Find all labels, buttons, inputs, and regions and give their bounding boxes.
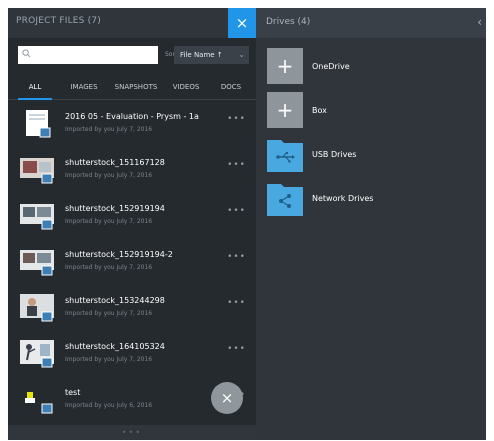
drive-item-usb[interactable]: USB Drives	[256, 132, 486, 176]
usb-folder-icon	[267, 140, 303, 172]
project-files-title: PROJECT FILES (7)	[16, 16, 102, 26]
more-options-icon[interactable]: •••	[227, 206, 246, 216]
tab-snapshots[interactable]: SNAPSHOTS	[108, 76, 164, 100]
tab-docs[interactable]: DOCS	[214, 76, 248, 100]
plus-icon: +	[267, 48, 303, 84]
file-row[interactable]: shutterstock_164105324 Imported by you J…	[8, 331, 256, 377]
drive-item-onedrive[interactable]: + OneDrive	[256, 44, 486, 88]
image-thumbnail-icon	[20, 158, 54, 184]
more-options-icon[interactable]: •••	[227, 160, 246, 170]
tab-videos[interactable]: VIDEOS	[166, 76, 206, 100]
file-row[interactable]: shutterstock_152919194 Imported by you J…	[8, 193, 256, 239]
close-fab-button[interactable]: ×	[211, 382, 243, 414]
file-name: shutterstock_164105324	[65, 342, 165, 351]
drive-item-box[interactable]: + Box	[256, 88, 486, 132]
close-panel-button[interactable]: ×	[228, 8, 256, 38]
search-input[interactable]	[18, 46, 158, 64]
file-name: test	[65, 388, 81, 397]
file-list: 2016 05 - Evaluation - Prysm - 1a Import…	[8, 101, 256, 425]
network-folder-icon	[267, 184, 303, 216]
file-meta: Imported by you July 7, 2016	[65, 310, 153, 317]
file-row[interactable]: 2016 05 - Evaluation - Prysm - 1a Import…	[8, 101, 256, 147]
drives-header: Drives (4) ‹	[256, 8, 486, 38]
file-name: shutterstock_152919194	[65, 204, 165, 213]
file-type-tabs: ALL IMAGES SNAPSHOTS VIDEOS DOCS	[8, 76, 256, 100]
search-sort-row: Sort File Name ↑ ⌄	[8, 38, 256, 76]
file-meta: Imported by you July 7, 2016	[65, 172, 153, 179]
more-options-icon[interactable]: •••	[227, 344, 246, 354]
document-thumbnail-icon	[26, 110, 51, 138]
file-row[interactable]: shutterstock_151167128 Imported by you J…	[8, 147, 256, 193]
file-meta: Imported by you July 7, 2016	[65, 356, 153, 363]
file-meta: Imported by you July 7, 2016	[65, 218, 153, 225]
image-thumbnail-icon	[20, 250, 54, 276]
drive-label: USB Drives	[312, 150, 357, 159]
file-name: shutterstock_151167128	[65, 158, 165, 167]
tab-all[interactable]: ALL	[18, 76, 52, 100]
drive-item-network[interactable]: Network Drives	[256, 176, 486, 220]
drive-label: Box	[312, 106, 327, 115]
image-thumbnail-icon	[25, 392, 53, 414]
file-row[interactable]: shutterstock_153244298 Imported by you J…	[8, 285, 256, 331]
more-options-icon[interactable]: •••	[227, 114, 246, 124]
image-thumbnail-icon	[20, 340, 54, 368]
file-name: shutterstock_153244298	[65, 296, 165, 305]
tab-images[interactable]: IMAGES	[64, 76, 104, 100]
file-row[interactable]: shutterstock_152919194-2 Imported by you…	[8, 239, 256, 285]
image-thumbnail-icon	[20, 204, 54, 230]
drives-panel: Drives (4) ‹ + OneDrive + Box USB Drives	[256, 8, 486, 440]
more-options-icon[interactable]: •••	[227, 298, 246, 308]
drive-label: OneDrive	[312, 62, 350, 71]
chevron-left-icon[interactable]: ‹	[477, 15, 482, 29]
file-name: shutterstock_152919194-2	[65, 250, 173, 259]
project-files-header: PROJECT FILES (7) ×	[8, 8, 256, 38]
file-meta: Imported by you July 6, 2016	[65, 402, 153, 409]
chevron-down-icon: ⌄	[238, 50, 245, 59]
file-meta: Imported by you July 7, 2016	[65, 264, 153, 271]
search-icon	[22, 49, 31, 58]
panel-footer-handle[interactable]: •••	[8, 425, 256, 440]
image-thumbnail-icon	[20, 294, 54, 322]
sort-dropdown[interactable]: File Name ↑ ⌄	[174, 46, 249, 64]
plus-icon: +	[267, 92, 303, 128]
app-window: PROJECT FILES (7) × Sort File Name ↑ ⌄ A…	[8, 8, 486, 440]
sort-value: File Name ↑	[180, 51, 223, 59]
more-options-icon[interactable]: •••	[227, 252, 246, 262]
drives-title: Drives (4)	[266, 17, 311, 27]
drive-label: Network Drives	[312, 194, 374, 203]
file-meta: Imported by you July 7, 2016	[65, 126, 153, 133]
project-files-panel: PROJECT FILES (7) × Sort File Name ↑ ⌄ A…	[8, 8, 256, 440]
file-name: 2016 05 - Evaluation - Prysm - 1a	[65, 112, 199, 121]
